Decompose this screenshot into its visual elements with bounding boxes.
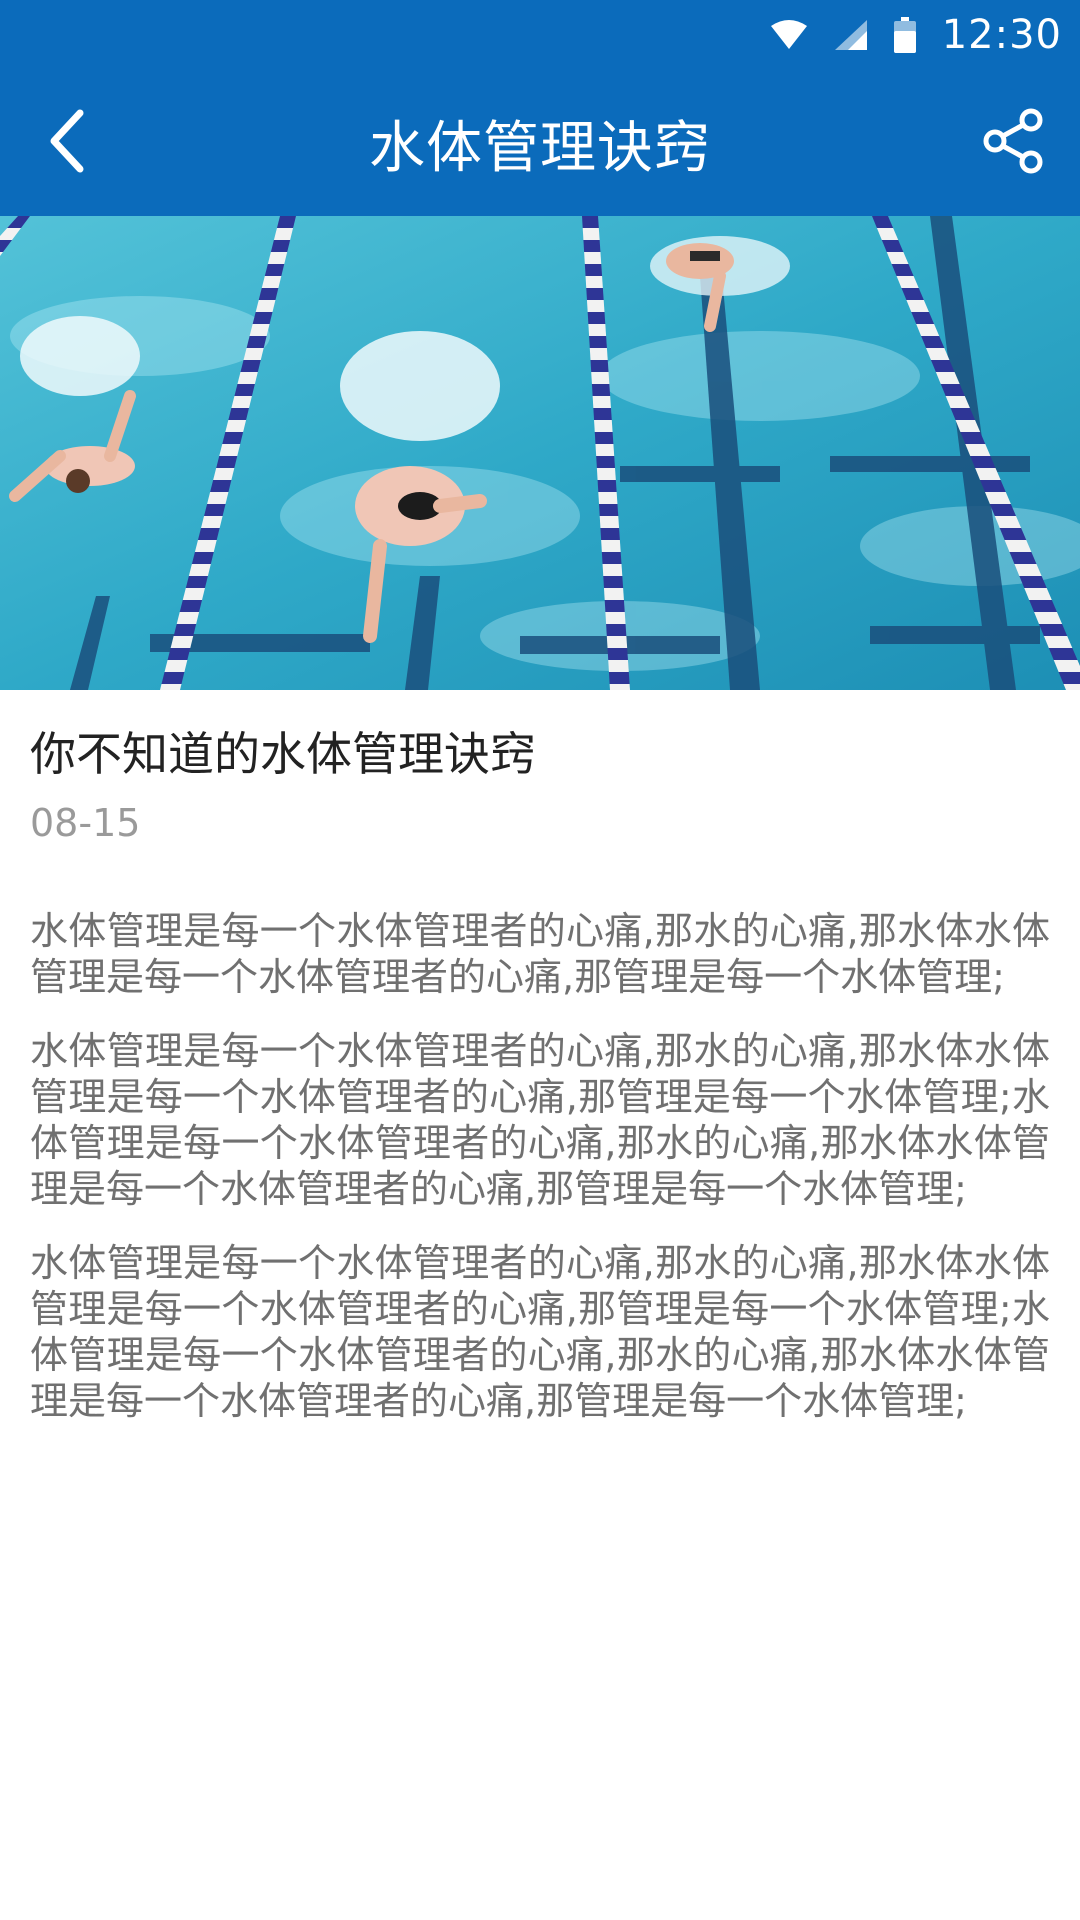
article-paragraph: 水体管理是每一个水体管理者的心痛,那水的心痛,那水体水体管理是每一个水体管理者的…: [30, 1241, 1050, 1423]
back-button[interactable]: [18, 95, 114, 191]
share-button[interactable]: [966, 95, 1062, 191]
status-bar: 12:30: [0, 0, 1080, 70]
signal-icon: [834, 19, 868, 51]
article-body: 水体管理是每一个水体管理者的心痛,那水的心痛,那水体水体管理是每一个水体管理者的…: [30, 908, 1050, 1424]
swimming-pool-image: [0, 216, 1080, 690]
battery-icon: [893, 17, 916, 53]
article: 你不知道的水体管理诀窍 08-15 水体管理是每一个水体管理者的心痛,那水的心痛…: [30, 690, 1050, 1452]
chevron-left-icon: [46, 109, 86, 177]
article-date: 08-15: [30, 801, 141, 845]
page-title: 水体管理诀窍: [369, 115, 711, 181]
status-time: 12:30: [941, 12, 1062, 58]
article-paragraph: 水体管理是每一个水体管理者的心痛,那水的心痛,那水体水体管理是每一个水体管理者的…: [30, 1029, 1050, 1211]
app-screen: 12:30 水体管理诀窍 你不知道的水体管理诀窍 08-15 水体管理是每一个水…: [0, 0, 1080, 1920]
status-icons: 12:30: [770, 10, 1062, 60]
share-icon: [983, 107, 1045, 179]
wifi-icon: [770, 20, 808, 50]
article-title: 你不知道的水体管理诀窍: [30, 727, 536, 781]
hero-image: [0, 216, 1080, 690]
article-paragraph: 水体管理是每一个水体管理者的心痛,那水的心痛,那水体水体管理是每一个水体管理者的…: [30, 909, 1050, 999]
app-bar: 水体管理诀窍: [0, 70, 1080, 216]
